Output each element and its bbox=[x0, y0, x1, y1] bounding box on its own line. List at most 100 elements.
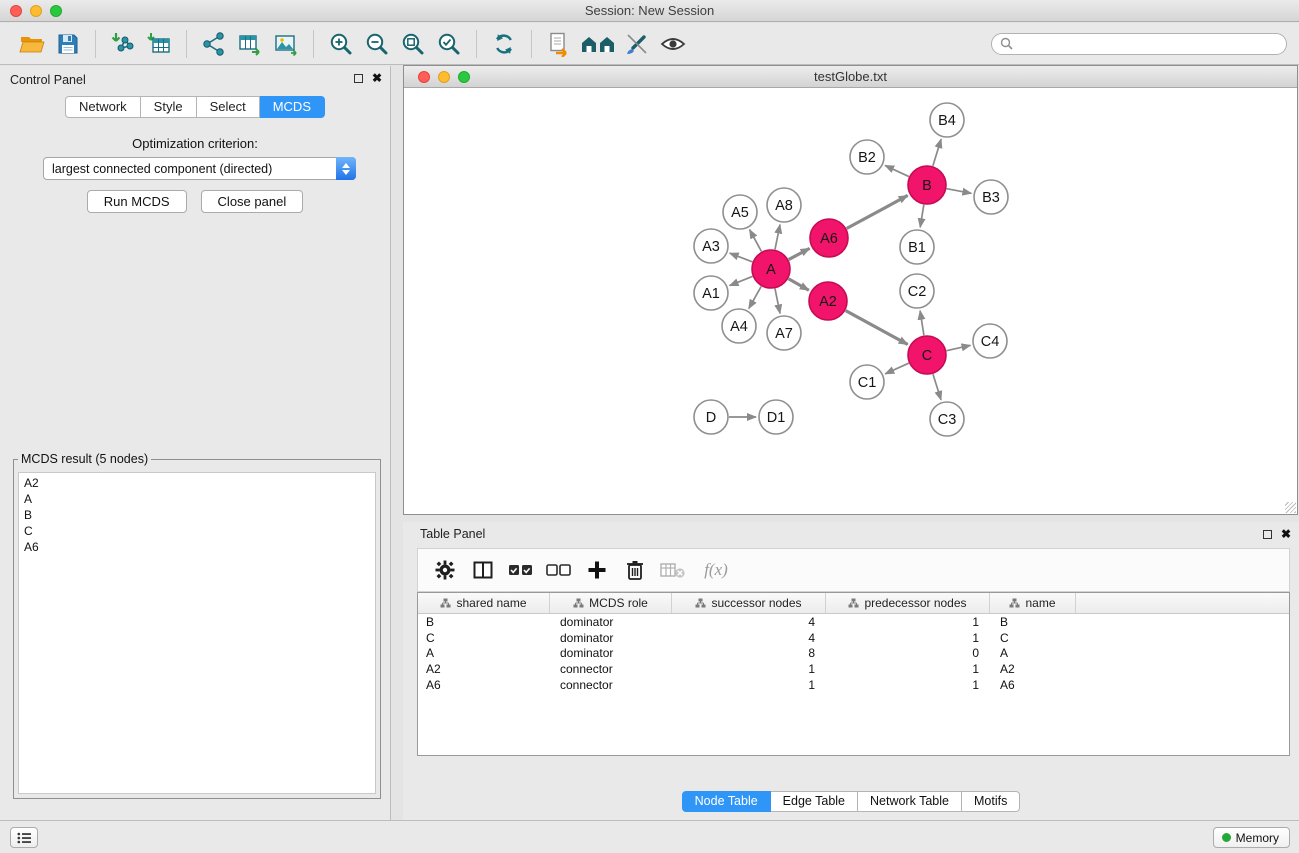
delete-table-button[interactable] bbox=[656, 554, 690, 586]
search-box[interactable] bbox=[991, 33, 1287, 55]
zoom-out-button[interactable] bbox=[359, 27, 395, 61]
table-cell[interactable]: 0 bbox=[826, 646, 990, 662]
table-cell[interactable]: 4 bbox=[672, 630, 826, 646]
criterion-dropdown[interactable]: largest connected component (directed) bbox=[43, 157, 356, 180]
table-cell[interactable]: A2 bbox=[418, 661, 550, 677]
import-table-file-button[interactable] bbox=[141, 27, 177, 61]
result-item[interactable]: B bbox=[24, 507, 375, 523]
graph-edge[interactable] bbox=[920, 205, 924, 228]
column-header[interactable]: MCDS role bbox=[550, 593, 672, 613]
graph-edge[interactable] bbox=[847, 195, 908, 228]
table-cell[interactable]: 1 bbox=[826, 614, 990, 630]
table-cell[interactable]: C bbox=[418, 630, 550, 646]
table-cell[interactable]: 4 bbox=[672, 614, 826, 630]
graph-node[interactable]: D bbox=[694, 400, 728, 434]
close-panel-icon[interactable]: ✖ bbox=[372, 72, 382, 84]
table-cell[interactable]: A bbox=[418, 646, 550, 662]
column-header[interactable]: shared name bbox=[418, 593, 550, 613]
table-cell[interactable]: 1 bbox=[672, 677, 826, 693]
graph-edge[interactable] bbox=[933, 374, 941, 400]
graph-node[interactable]: A bbox=[752, 250, 790, 288]
save-session-button[interactable] bbox=[50, 27, 86, 61]
node-table[interactable]: shared nameMCDS rolesuccessor nodesprede… bbox=[417, 592, 1290, 756]
export-document-button[interactable] bbox=[541, 27, 577, 61]
graph-node[interactable]: A2 bbox=[809, 282, 847, 320]
graph-edge[interactable] bbox=[730, 276, 753, 285]
table-cell[interactable]: 1 bbox=[826, 677, 990, 693]
table-cell[interactable]: dominator bbox=[550, 614, 672, 630]
memory-button[interactable]: Memory bbox=[1213, 827, 1290, 848]
graph-node[interactable]: A8 bbox=[767, 188, 801, 222]
table-cell[interactable]: connector bbox=[550, 661, 672, 677]
graph-node[interactable]: C4 bbox=[973, 324, 1007, 358]
tab-node-table[interactable]: Node Table bbox=[682, 791, 771, 812]
table-cell[interactable]: B bbox=[418, 614, 550, 630]
tab-select[interactable]: Select bbox=[197, 96, 260, 118]
import-network-file-button[interactable] bbox=[105, 27, 141, 61]
graph-edge[interactable] bbox=[846, 311, 908, 345]
zoom-fit-button[interactable] bbox=[395, 27, 431, 61]
zoom-in-button[interactable] bbox=[323, 27, 359, 61]
graph-node[interactable]: A4 bbox=[722, 309, 756, 343]
graph-node[interactable]: C bbox=[908, 336, 946, 374]
graph-node[interactable]: A3 bbox=[694, 229, 728, 263]
graph-node[interactable]: A5 bbox=[723, 195, 757, 229]
minimize-network-window-button[interactable] bbox=[438, 71, 450, 83]
table-cell[interactable]: C bbox=[990, 630, 1076, 646]
graph-node[interactable]: B3 bbox=[974, 180, 1008, 214]
graph-edge[interactable] bbox=[788, 279, 808, 290]
close-table-panel-icon[interactable]: ✖ bbox=[1281, 528, 1291, 540]
table-row[interactable]: A6connector11A6 bbox=[418, 677, 1289, 693]
graph-edge[interactable] bbox=[730, 253, 753, 262]
graph-node[interactable]: B1 bbox=[900, 230, 934, 264]
table-cell[interactable]: A6 bbox=[990, 677, 1076, 693]
style-brush-button[interactable] bbox=[619, 27, 655, 61]
tab-motifs[interactable]: Motifs bbox=[962, 791, 1020, 812]
graph-node[interactable]: C3 bbox=[930, 402, 964, 436]
open-session-button[interactable] bbox=[14, 27, 50, 61]
close-network-window-button[interactable] bbox=[418, 71, 430, 83]
select-all-button[interactable] bbox=[504, 554, 538, 586]
graph-edge[interactable] bbox=[789, 248, 810, 259]
graph-node[interactable]: B4 bbox=[930, 103, 964, 137]
table-cell[interactable]: A2 bbox=[990, 661, 1076, 677]
close-window-button[interactable] bbox=[10, 5, 22, 17]
graph-node[interactable]: C2 bbox=[900, 274, 934, 308]
table-cell[interactable]: 1 bbox=[672, 661, 826, 677]
dropdown-stepper[interactable] bbox=[336, 157, 356, 180]
resize-grip[interactable] bbox=[1285, 502, 1296, 513]
refresh-view-button[interactable] bbox=[486, 27, 522, 61]
graph-edge[interactable] bbox=[750, 230, 762, 252]
table-cell[interactable]: dominator bbox=[550, 646, 672, 662]
table-cell[interactable]: 1 bbox=[826, 630, 990, 646]
run-mcds-button[interactable]: Run MCDS bbox=[87, 190, 187, 213]
graph-node[interactable]: C1 bbox=[850, 365, 884, 399]
table-row[interactable]: Bdominator41B bbox=[418, 614, 1289, 630]
graph-node[interactable]: B2 bbox=[850, 140, 884, 174]
table-cell[interactable]: 1 bbox=[826, 661, 990, 677]
zoom-network-window-button[interactable] bbox=[458, 71, 470, 83]
graph-node[interactable]: A7 bbox=[767, 316, 801, 350]
table-cell[interactable]: 8 bbox=[672, 646, 826, 662]
table-cell[interactable]: connector bbox=[550, 677, 672, 693]
table-cell[interactable]: B bbox=[990, 614, 1076, 630]
graph-node[interactable]: B bbox=[908, 166, 946, 204]
graph-edge[interactable] bbox=[885, 363, 909, 374]
table-row[interactable]: Adominator80A bbox=[418, 646, 1289, 662]
network-graph[interactable]: B4B2BB3A5A8A6B1A3AA1C2A2A4A7C4CC1C3DD1 bbox=[404, 88, 1297, 514]
column-header[interactable]: name bbox=[990, 593, 1076, 613]
column-header[interactable]: successor nodes bbox=[672, 593, 826, 613]
deselect-all-button[interactable] bbox=[542, 554, 576, 586]
table-row[interactable]: Cdominator41C bbox=[418, 630, 1289, 646]
apply-function-button[interactable]: f(x) bbox=[694, 554, 738, 586]
tab-style[interactable]: Style bbox=[141, 96, 197, 118]
tab-network[interactable]: Network bbox=[65, 96, 141, 118]
export-image-button[interactable] bbox=[268, 27, 304, 61]
graph-edge[interactable] bbox=[947, 189, 972, 194]
table-cell[interactable]: A6 bbox=[418, 677, 550, 693]
network-canvas[interactable]: B4B2BB3A5A8A6B1A3AA1C2A2A4A7C4CC1C3DD1 bbox=[404, 88, 1297, 514]
delete-column-button[interactable] bbox=[618, 554, 652, 586]
zoom-window-button[interactable] bbox=[50, 5, 62, 17]
result-item[interactable]: A bbox=[24, 491, 375, 507]
graph-node[interactable]: D1 bbox=[759, 400, 793, 434]
